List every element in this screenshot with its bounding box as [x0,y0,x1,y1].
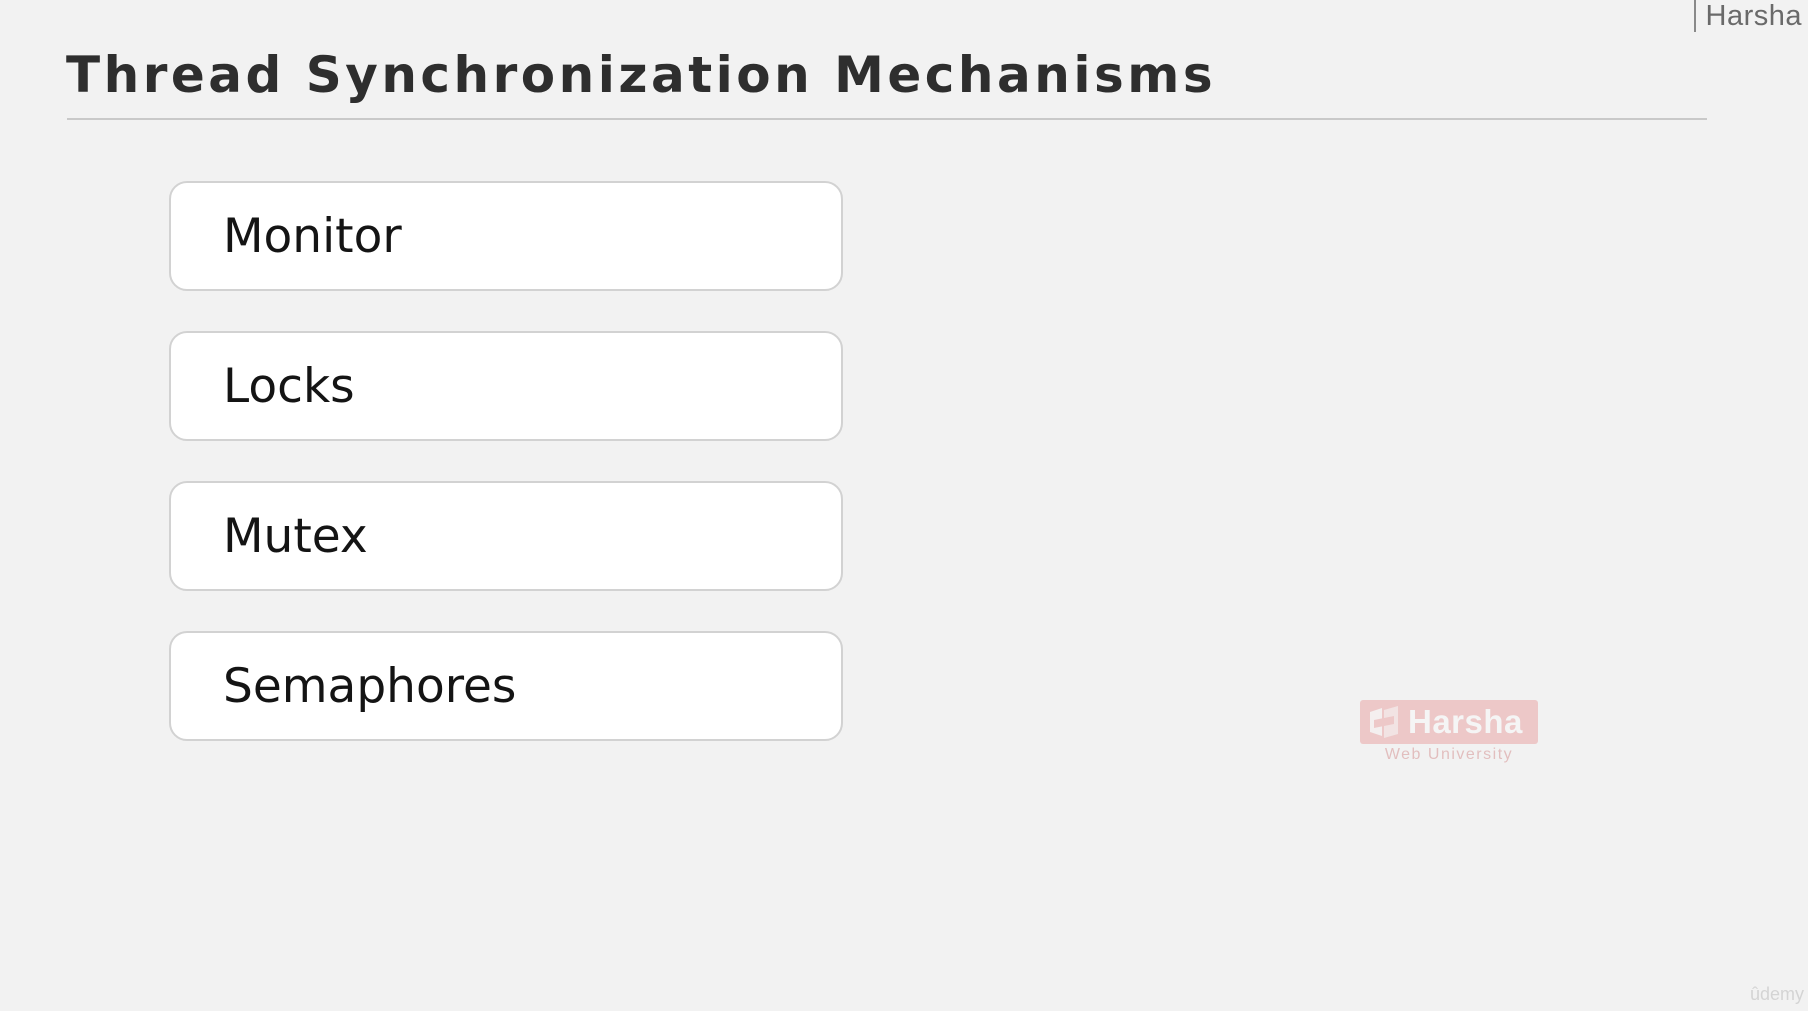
watermark-subtitle: Web University [1384,746,1514,763]
watermark: Harsha Web University [1360,700,1538,763]
platform-watermark: ûdemy [1749,984,1804,1004]
watermark-badge: Harsha [1360,700,1538,744]
author-tag: Harsha [1693,0,1803,32]
title-divider [67,118,1707,120]
mechanism-list: Monitor Locks Mutex Semaphores [169,181,843,781]
page-title: Thread Synchronization Mechanisms [66,46,1217,104]
watermark-name: Harsha [1408,703,1523,740]
harsha-logo-icon [1366,704,1402,740]
mechanism-item-locks[interactable]: Locks [169,331,843,441]
mechanism-label: Semaphores [223,658,517,714]
mechanism-item-mutex[interactable]: Mutex [169,481,843,591]
mechanism-label: Mutex [223,508,368,564]
mechanism-label: Monitor [223,208,402,264]
mechanism-label: Locks [223,358,355,414]
mechanism-item-semaphores[interactable]: Semaphores [169,631,843,741]
mechanism-item-monitor[interactable]: Monitor [169,181,843,291]
